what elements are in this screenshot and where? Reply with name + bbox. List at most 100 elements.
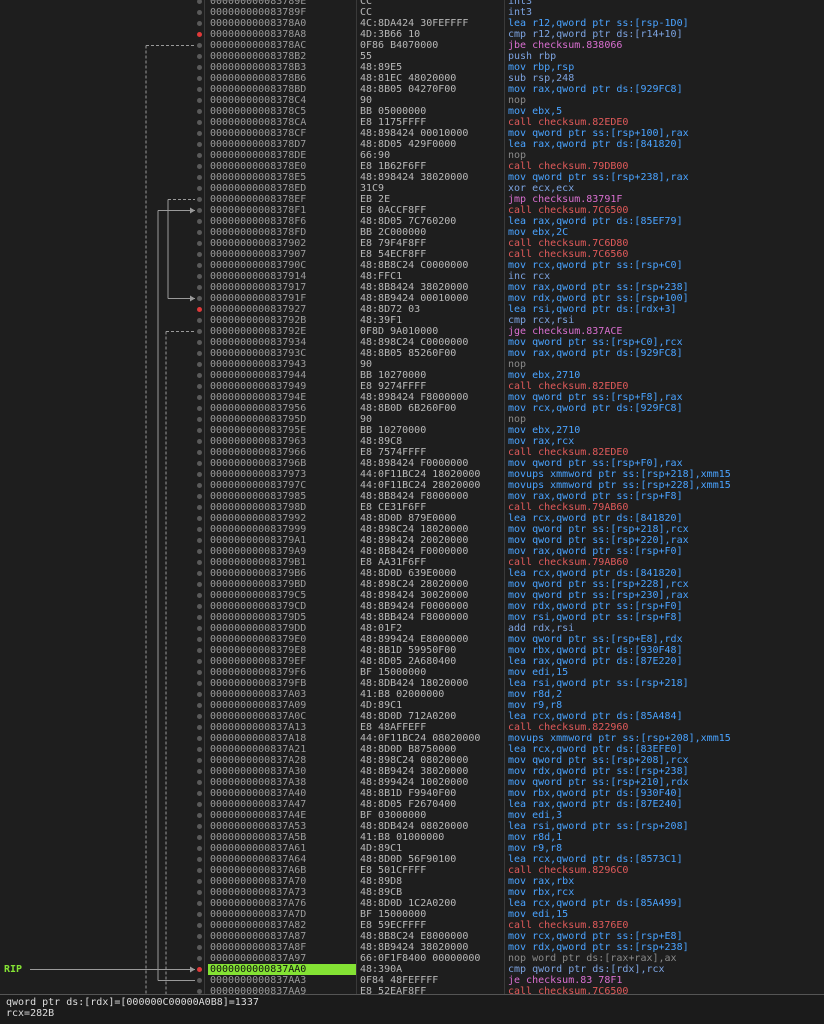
instruction-row[interactable]: 0000000000837A70 48:89D8 mov rax,rbx <box>0 876 824 887</box>
instruction-row[interactable]: 00000000008378CF 48:898424 00010000 mov qw… <box>0 128 824 139</box>
breakpoint-slot[interactable] <box>197 109 202 114</box>
instruction-row[interactable]: 00000000008379B1 E8 AA31F6FF call checksum… <box>0 557 824 568</box>
instruction-row[interactable]: 0000000000837944 BB 10270000 mov ebx,2710 <box>0 370 824 381</box>
breakpoint-slot[interactable] <box>197 340 202 345</box>
instruction-row[interactable]: 00000000008378F1 E8 0ACCF8FF call checksum… <box>0 205 824 216</box>
instruction-row[interactable]: 00000000008378A0 4C:8DA424 30FEFFFF lea r1… <box>0 18 824 29</box>
breakpoint-slot[interactable] <box>197 461 202 466</box>
instruction-row[interactable]: 00000000008378E0 E8 1B62F6FF call checksum… <box>0 161 824 172</box>
breakpoint-slot[interactable] <box>197 10 202 15</box>
instruction-row[interactable]: 00000000008378ED 31C9 xor ecx,ecx <box>0 183 824 194</box>
breakpoint-icon[interactable] <box>197 307 202 312</box>
breakpoint-slot[interactable] <box>197 637 202 642</box>
breakpoint-slot[interactable] <box>197 505 202 510</box>
instruction-row[interactable]: 00000000008379FB 48:8DB424 18020000 lea rs… <box>0 678 824 689</box>
breakpoint-slot[interactable] <box>197 351 202 356</box>
breakpoint-slot[interactable] <box>197 450 202 455</box>
instruction-row[interactable]: 00000000008378EF EB 2E jmp checksum.83791F <box>0 194 824 205</box>
breakpoint-slot[interactable] <box>197 538 202 543</box>
breakpoint-slot[interactable] <box>197 593 202 598</box>
instruction-row[interactable]: 000000000083795E BB 10270000 mov ebx,2710 <box>0 425 824 436</box>
breakpoint-slot[interactable] <box>197 582 202 587</box>
instruction-row[interactable]: 0000000000837A64 48:8D0D 56F90100 lea rcx,… <box>0 854 824 865</box>
breakpoint-slot[interactable] <box>197 890 202 895</box>
instruction-row[interactable]: 0000000000837A4E BF 03000000 mov edi,3 <box>0 810 824 821</box>
breakpoint-slot[interactable] <box>197 747 202 752</box>
breakpoint-slot[interactable] <box>197 670 202 675</box>
breakpoint-slot[interactable] <box>197 263 202 268</box>
instruction-row[interactable]: 00000000008379A9 48:8B8424 F0000000 mov ra… <box>0 546 824 557</box>
breakpoint-slot[interactable] <box>197 208 202 213</box>
instruction-row[interactable]: 0000000000837A53 48:8DB424 08020000 lea rs… <box>0 821 824 832</box>
instruction-row[interactable]: 0000000000837A73 48:89CB mov rbx,rcx <box>0 887 824 898</box>
breakpoint-slot[interactable] <box>197 527 202 532</box>
instruction-row[interactable]: 0000000000837A18 44:0F11BC24 08020000 movu… <box>0 733 824 744</box>
instruction-row[interactable]: 00000000008379D5 48:8BB424 F8000000 mov rs… <box>0 612 824 623</box>
instruction-row[interactable]: 0000000000837A40 48:8B1D F9940F00 mov rbx,… <box>0 788 824 799</box>
instruction-row[interactable]: 00000000008378B6 48:81EC 48020000 sub rsp,… <box>0 73 824 84</box>
instruction-row[interactable]: 0000000000837999 48:898C24 18020000 mov qw… <box>0 524 824 535</box>
breakpoint-slot[interactable] <box>197 131 202 136</box>
breakpoint-slot[interactable] <box>197 901 202 906</box>
breakpoint-slot[interactable] <box>197 428 202 433</box>
instruction-row[interactable]: 000000000083792E 0F8D 9A010000 jge checksu… <box>0 326 824 337</box>
breakpoint-slot[interactable] <box>197 659 202 664</box>
instruction-row[interactable]: 0000000000837A28 48:898C24 08020000 mov qw… <box>0 755 824 766</box>
instruction-row[interactable]: 0000000000837A8F 48:8B9424 38020000 mov rd… <box>0 942 824 953</box>
instruction-row[interactable]: 0000000000837956 48:8B0D 6B260F00 mov rcx,… <box>0 403 824 414</box>
breakpoint-slot[interactable] <box>197 725 202 730</box>
breakpoint-slot[interactable] <box>197 769 202 774</box>
instruction-row[interactable]: 00000000008378DE 66:90 nop <box>0 150 824 161</box>
instruction-row[interactable]: 0000000000837934 48:898C24 C0000000 mov qw… <box>0 337 824 348</box>
breakpoint-slot[interactable] <box>197 791 202 796</box>
breakpoint-slot[interactable] <box>197 329 202 334</box>
instruction-row[interactable]: 000000000083797C 44:0F11BC24 28020000 movu… <box>0 480 824 491</box>
instruction-row[interactable]: 0000000000837949 E8 9274FFFF call checksum… <box>0 381 824 392</box>
breakpoint-slot[interactable] <box>197 956 202 961</box>
instruction-row[interactable]: 00000000008379E0 48:899424 E8000000 mov qw… <box>0 634 824 645</box>
instruction-row[interactable]: 000000000083796B 48:898424 F0000000 mov qw… <box>0 458 824 469</box>
instruction-row[interactable]: 0000000000837985 48:8B8424 F8000000 mov ra… <box>0 491 824 502</box>
instruction-row[interactable]: 0000000000837A5B 41:B8 01000000 mov r8d,1 <box>0 832 824 843</box>
breakpoint-slot[interactable] <box>197 87 202 92</box>
breakpoint-slot[interactable] <box>197 153 202 158</box>
breakpoint-slot[interactable] <box>197 857 202 862</box>
breakpoint-slot[interactable] <box>197 164 202 169</box>
instruction-row[interactable]: 000000000083792B 48:39F1 cmp rcx,rsi <box>0 315 824 326</box>
breakpoint-slot[interactable] <box>197 758 202 763</box>
breakpoint-slot[interactable] <box>197 802 202 807</box>
instruction-row[interactable]: 0000000000837A61 4D:89C1 mov r9,r8 <box>0 843 824 854</box>
instruction-row[interactable]: 00000000008379F6 BF 15000000 mov edi,15 <box>0 667 824 678</box>
breakpoint-slot[interactable] <box>197 98 202 103</box>
instruction-row[interactable]: 000000000083791F 48:8B9424 00010000 mov rd… <box>0 293 824 304</box>
breakpoint-slot[interactable] <box>197 142 202 147</box>
breakpoint-slot[interactable] <box>197 285 202 290</box>
breakpoint-slot[interactable] <box>197 692 202 697</box>
breakpoint-slot[interactable] <box>197 54 202 59</box>
breakpoint-slot[interactable] <box>197 549 202 554</box>
instruction-row[interactable]: 0000000000837907 E8 54ECF8FF call checksum… <box>0 249 824 260</box>
breakpoint-slot[interactable] <box>197 472 202 477</box>
instruction-row[interactable]: 0000000000837A97 66:0F1F8400 00000000 nop … <box>0 953 824 964</box>
instruction-row[interactable]: 00000000008379EF 48:8D05 2A680400 lea rax,… <box>0 656 824 667</box>
instruction-row[interactable]: 00000000008378C5 BB 05000000 mov ebx,5 <box>0 106 824 117</box>
breakpoint-slot[interactable] <box>197 395 202 400</box>
breakpoint-slot[interactable] <box>197 714 202 719</box>
instruction-row[interactable]: 0000000000837A7D BF 15000000 mov edi,15 <box>0 909 824 920</box>
instruction-row[interactable]: 0000000000837943 90 nop <box>0 359 824 370</box>
breakpoint-slot[interactable] <box>197 186 202 191</box>
disassembly-view[interactable]: 000000000083789E CC int3 000000000083789F CC… <box>0 0 824 994</box>
breakpoint-slot[interactable] <box>197 0 202 4</box>
instruction-row[interactable]: 0000000000837A82 E8 59ECFFFF call checksum… <box>0 920 824 931</box>
instruction-row[interactable]: 00000000008378CA E8 1175FFFF call checksum… <box>0 117 824 128</box>
instruction-row[interactable]: 0000000000837966 E8 7574FFFF call checksum… <box>0 447 824 458</box>
instruction-row[interactable]: 0000000000837A03 41:B8 02000000 mov r8d,2 <box>0 689 824 700</box>
instruction-row[interactable]: 000000000083794E 48:898424 F8000000 mov qw… <box>0 392 824 403</box>
instruction-row[interactable]: 0000000000837A47 48:8D05 F2670400 lea rax,… <box>0 799 824 810</box>
breakpoint-slot[interactable] <box>197 417 202 422</box>
breakpoint-slot[interactable] <box>197 681 202 686</box>
breakpoint-slot[interactable] <box>197 736 202 741</box>
instruction-row[interactable]: 00000000008379B6 48:8D0D 639E0000 lea rcx,… <box>0 568 824 579</box>
breakpoint-slot[interactable] <box>197 824 202 829</box>
breakpoint-slot[interactable] <box>197 813 202 818</box>
